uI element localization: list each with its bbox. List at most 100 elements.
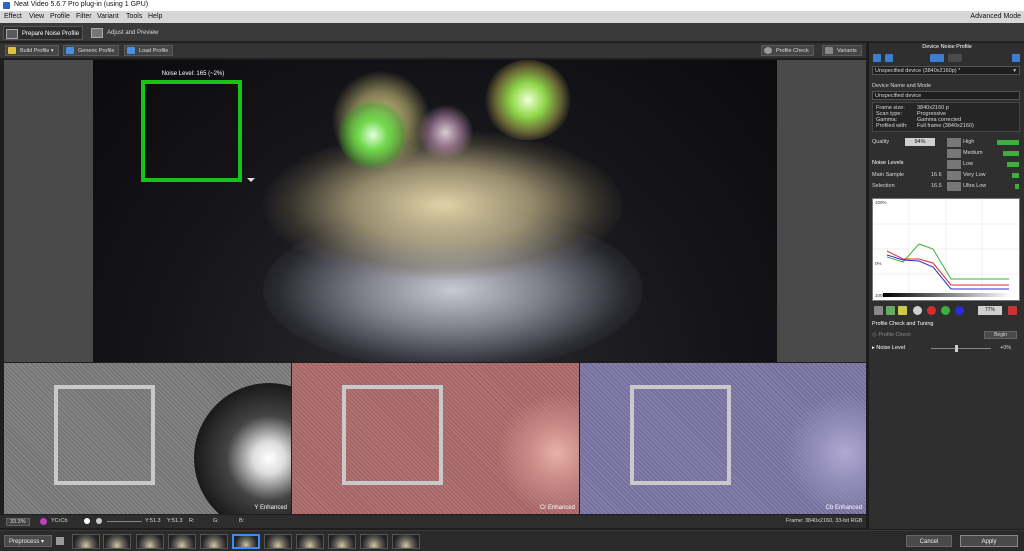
check-title: Profile Check and Tuning [872, 321, 934, 327]
profile-options-icon[interactable] [948, 54, 962, 62]
menu-tools[interactable]: Tools [126, 13, 142, 20]
b-value: B: [239, 518, 245, 524]
frame-thumbnail[interactable] [296, 534, 324, 549]
profile-toolbar: Build Profile ▾ Generic Profile Load Pro… [0, 43, 866, 58]
frequency-level-bar[interactable] [1006, 162, 1019, 167]
frame-thumbnail[interactable] [360, 534, 388, 549]
cancel-button[interactable]: Cancel [906, 535, 952, 547]
y-channel-icon[interactable] [913, 306, 922, 315]
frame-thumbnail[interactable] [168, 534, 196, 549]
load-profile-button[interactable]: Load Profile [124, 45, 174, 56]
zoom-select[interactable]: 33.3% [6, 518, 30, 526]
variants-button[interactable]: Variants [822, 45, 862, 56]
profile-check-button[interactable]: Profile Check [761, 45, 814, 56]
device-select[interactable]: Unspecified device (3840x2160p) * ▾ [872, 66, 1020, 75]
quality-value: 94% [905, 138, 935, 146]
device-profile-panel: Device Noise Profile Unspecified device … [868, 43, 1024, 529]
brightness-slider[interactable] [107, 521, 142, 522]
profile-check-toggle[interactable]: ◎ Profile Check [872, 332, 911, 338]
color-icon [40, 518, 47, 525]
selection-label: Selection [872, 183, 895, 189]
noise-levels-label: Noise Levels [872, 160, 904, 166]
adjust-icon [91, 28, 103, 38]
frame-thumbnail[interactable] [103, 534, 131, 549]
menu-effect[interactable]: Effect [4, 13, 22, 20]
green-burst-left [338, 100, 408, 170]
frame-thumbnail[interactable] [264, 534, 292, 549]
menu-help[interactable]: Help [148, 13, 162, 20]
noise-sample-box[interactable] [141, 80, 242, 182]
frame-thumbnail-selected[interactable] [232, 534, 260, 549]
button-label: Load Profile [139, 48, 169, 54]
grid-icon[interactable] [886, 306, 895, 315]
filter-icon[interactable] [56, 537, 64, 545]
red-channel-icon[interactable] [927, 306, 936, 315]
frame-thumbnail[interactable] [200, 534, 228, 549]
chart-icon[interactable] [898, 306, 907, 315]
blue-channel-icon[interactable] [955, 306, 964, 315]
noise-graph[interactable]: 100% 0% 100% [872, 198, 1020, 301]
green-channel-icon[interactable] [941, 306, 950, 315]
save-as-icon[interactable] [885, 54, 893, 62]
noise-level-expander[interactable]: ▸ Noise Level [872, 345, 905, 351]
slider-handle[interactable] [955, 345, 958, 352]
cb-channel-sample-box [630, 385, 731, 485]
menu-view[interactable]: View [29, 13, 44, 20]
select-label: Preprocess [9, 539, 40, 545]
layout-icon[interactable] [874, 306, 883, 315]
generic-profile-icon [66, 47, 74, 54]
cr-channel-sample-box [342, 385, 443, 485]
tab-label: Prepare Noise Profile [22, 31, 80, 37]
begin-button[interactable]: Begin [984, 331, 1017, 339]
advanced-mode-toggle[interactable]: Advanced Mode [970, 13, 1021, 20]
footer-bar: Preprocess ▾ Cancel Apply [0, 530, 1024, 551]
help-icon[interactable] [1012, 54, 1020, 62]
generic-profile-button[interactable]: Generic Profile [63, 45, 120, 56]
frequency-level-bar[interactable] [1012, 173, 1019, 178]
frequency-level-bar[interactable] [1014, 184, 1019, 189]
preprocess-select[interactable]: Preprocess ▾ [4, 535, 52, 547]
neat-video-window: Neat Video 5.6.7 Pro plug-in (using 1 GP… [0, 0, 1024, 551]
noise-level-slider[interactable] [931, 348, 991, 349]
apply-button[interactable]: Apply [960, 535, 1018, 547]
tab-prepare-noise-profile[interactable]: Prepare Noise Profile [3, 26, 83, 40]
profile-menu-icon[interactable] [930, 54, 944, 62]
window-title: Neat Video 5.6.7 Pro plug-in (using 1 GP… [14, 1, 149, 8]
frame-thumbnail[interactable] [392, 534, 420, 549]
noise-level-value: +0% [1000, 345, 1012, 351]
noise-graph-lines [873, 199, 1019, 300]
channel-label: Y Enhanced [254, 505, 287, 511]
circle-icon[interactable] [84, 518, 90, 524]
save-icon[interactable] [873, 54, 881, 62]
frame-thumbnail[interactable] [72, 534, 100, 549]
menu-profile[interactable]: Profile [50, 13, 70, 20]
frequency-level-label: Low [963, 161, 974, 167]
quality-label: Quality [872, 139, 890, 145]
mode-bar: Prepare Noise Profile Adjust and Preview [0, 23, 1024, 42]
cb-channel-view[interactable]: Cb Enhanced [580, 363, 866, 514]
green-burst-right [483, 60, 573, 140]
cr-channel-view[interactable]: Cr Enhanced [292, 363, 579, 514]
frequency-level-bar[interactable] [997, 140, 1019, 145]
info-key: Profiled with: [876, 123, 908, 129]
field-value: Unspecified device [875, 93, 922, 99]
frame-thumbnail[interactable] [328, 534, 356, 549]
frequency-level-icon [947, 149, 961, 158]
reset-icon[interactable] [1008, 306, 1017, 315]
frequency-level-label: Medium [963, 150, 983, 156]
dot-icon[interactable] [96, 518, 102, 524]
menu-variant[interactable]: Variant [97, 13, 119, 20]
tab-adjust-and-preview[interactable]: Adjust and Preview [89, 26, 165, 40]
folder-icon [127, 47, 135, 54]
variants-icon [825, 47, 833, 54]
colorspace-select[interactable]: YCrCb [51, 518, 68, 524]
frame-thumbnail[interactable] [136, 534, 164, 549]
menu-filter[interactable]: Filter [76, 13, 92, 20]
device-name-field[interactable]: Unspecified device [872, 91, 1020, 100]
graph-percent[interactable]: 77% [978, 306, 1002, 315]
frequency-level-bar[interactable] [1002, 151, 1019, 156]
noise-box-dropdown-icon[interactable] [247, 178, 255, 182]
build-profile-button[interactable]: Build Profile ▾ [5, 45, 59, 56]
y-channel-view[interactable]: Y Enhanced [4, 363, 291, 514]
expander-label: Noise Level [876, 345, 906, 351]
